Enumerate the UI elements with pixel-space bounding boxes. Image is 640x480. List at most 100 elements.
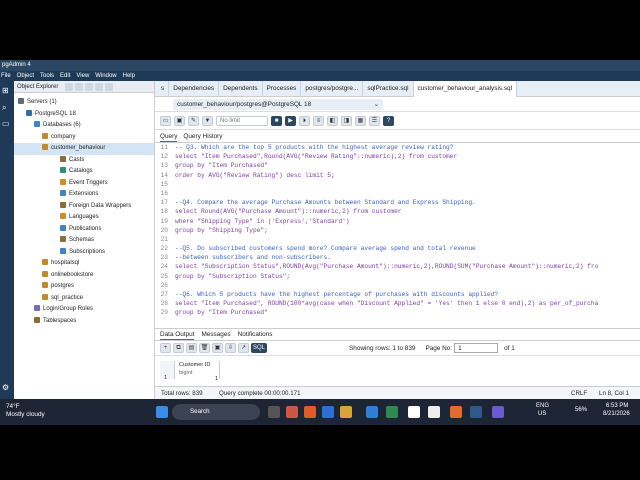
menu-file[interactable]: File: [1, 71, 11, 81]
region-label[interactable]: US: [538, 411, 546, 417]
weather-desc[interactable]: Mostly cloudy: [6, 411, 45, 418]
chrome-icon[interactable]: [428, 406, 440, 418]
tree-item[interactable]: Databases (6): [14, 120, 154, 132]
task-view-icon[interactable]: [268, 406, 280, 418]
editor-tab[interactable]: Processes: [263, 80, 302, 97]
column-header[interactable]: Customer ID bigint 1: [175, 361, 220, 382]
editor-tab[interactable]: sqlPractice.sql: [363, 80, 414, 97]
menu-object[interactable]: Object: [17, 71, 34, 81]
tree-item[interactable]: onlinebookstore: [14, 270, 154, 282]
tab-query-history[interactable]: Query History: [183, 130, 222, 142]
excel-icon[interactable]: [386, 406, 398, 418]
edge-browser-icon[interactable]: [322, 406, 334, 418]
sql-icon[interactable]: SQL: [251, 343, 267, 353]
gear-icon[interactable]: ⚙: [2, 383, 9, 392]
terminal-icon[interactable]: ▭: [2, 119, 10, 128]
tree-item[interactable]: Event Triggers: [14, 178, 154, 190]
windows-start-icon[interactable]: [156, 406, 168, 418]
save-icon[interactable]: ▣: [174, 115, 185, 126]
tree-item[interactable]: Servers (1): [14, 97, 154, 109]
tree-item[interactable]: Extensions: [14, 189, 154, 201]
tree-item[interactable]: Publications: [14, 224, 154, 236]
add-row-icon[interactable]: +: [160, 343, 171, 353]
filter-icon[interactable]: ▼: [202, 115, 213, 126]
page-number-input[interactable]: 1: [454, 343, 499, 353]
commit-icon[interactable]: ◧: [327, 115, 338, 126]
save-data-icon[interactable]: ▣: [212, 343, 223, 353]
copy-icon[interactable]: ⧉: [173, 343, 184, 353]
rollback-icon[interactable]: ◨: [341, 115, 352, 126]
battery-label[interactable]: 56%: [575, 407, 587, 413]
tree-item[interactable]: hospitalsql: [14, 258, 154, 270]
table-icon[interactable]: [85, 82, 94, 91]
grid-icon[interactable]: [75, 82, 84, 91]
tree-item[interactable]: Foreign Data Wrappers: [14, 201, 154, 213]
edit-icon[interactable]: ✎: [188, 115, 199, 126]
tree-item[interactable]: Schemas: [14, 235, 154, 247]
database-icon[interactable]: [65, 82, 74, 91]
postman-icon[interactable]: [450, 406, 462, 418]
brave-browser-icon[interactable]: [304, 406, 316, 418]
folder-icon[interactable]: ▭: [160, 115, 171, 126]
editor-tab[interactable]: s: [157, 80, 170, 97]
limit-select[interactable]: No limit: [216, 115, 268, 126]
terminal-icon[interactable]: [105, 82, 114, 91]
editor-tab[interactable]: customer_behaviour_analysis.sql: [413, 80, 518, 97]
tab-notifications[interactable]: Notifications: [238, 329, 273, 340]
stop-icon[interactable]: ■: [271, 115, 282, 126]
tree-node-icon: [42, 259, 48, 266]
clock-time[interactable]: 6:53 PM: [606, 403, 628, 409]
menu-bar: File Object Tools Edit View Window Help: [0, 71, 640, 81]
taskbar-search[interactable]: Search: [172, 404, 260, 420]
line-number: 15: [160, 180, 168, 188]
tree-item[interactable]: Tablespaces: [14, 316, 154, 328]
tree-icon[interactable]: ⊞: [2, 86, 9, 95]
menu-edit[interactable]: Edit: [60, 71, 70, 81]
tree-item[interactable]: postgres: [14, 281, 154, 293]
tree-item[interactable]: Casts: [14, 155, 154, 167]
app-icon[interactable]: [286, 406, 298, 418]
tree-item[interactable]: Catalogs: [14, 166, 154, 178]
analyze-icon[interactable]: ≡: [313, 115, 324, 126]
row-selector[interactable]: 1: [160, 361, 175, 381]
menu-window[interactable]: Window: [95, 71, 116, 81]
clock-date[interactable]: 8/21/2026: [603, 411, 630, 417]
tab-messages[interactable]: Messages: [201, 329, 230, 340]
list-icon[interactable]: ☰: [369, 115, 380, 126]
graph-icon[interactable]: ↗: [238, 343, 249, 353]
connection-select[interactable]: customer_behaviour/postgres@PostgreSQL 1…: [173, 99, 383, 110]
tree-item[interactable]: PostgreSQL 18: [14, 109, 154, 121]
app-icon-2[interactable]: [492, 406, 504, 418]
search-icon[interactable]: ⌕: [2, 103, 6, 112]
delete-icon[interactable]: 🗑: [199, 343, 210, 353]
lang-label[interactable]: ENG: [536, 403, 549, 409]
menu-view[interactable]: View: [76, 71, 89, 81]
editor-tab[interactable]: Dependencies: [169, 80, 220, 97]
explain-icon[interactable]: ⏵: [299, 115, 310, 126]
filter-icon[interactable]: [95, 82, 104, 91]
tree-item[interactable]: sql_practice: [14, 293, 154, 305]
tree-item[interactable]: Login/Group Roles: [14, 304, 154, 316]
tree-item[interactable]: Languages: [14, 212, 154, 224]
menu-tools[interactable]: Tools: [40, 71, 54, 81]
chatgpt-icon[interactable]: [408, 406, 420, 418]
tree-item[interactable]: company: [14, 132, 154, 144]
vscode-icon[interactable]: [366, 406, 378, 418]
help-icon[interactable]: ?: [383, 115, 394, 126]
play-icon[interactable]: ▶: [285, 115, 296, 126]
weather-temp[interactable]: 74°F: [6, 403, 20, 410]
sql-editor[interactable]: 11 -- Q3. Which are the top 5 products wi…: [155, 143, 640, 328]
tab-data-output[interactable]: Data Output: [160, 329, 195, 340]
tree-item[interactable]: customer_behaviour: [14, 143, 154, 155]
editor-tab[interactable]: Dependents: [219, 80, 263, 97]
download-icon[interactable]: ⇩: [225, 343, 236, 353]
menu-help[interactable]: Help: [123, 71, 135, 81]
file-explorer-icon[interactable]: [340, 406, 352, 418]
macro-icon[interactable]: ▦: [355, 115, 366, 126]
editor-tab[interactable]: postgres/postgre...: [301, 80, 364, 97]
pgadmin-icon[interactable]: [470, 406, 482, 418]
tree-item[interactable]: Subscriptions: [14, 247, 154, 259]
paste-icon[interactable]: ▤: [186, 343, 197, 353]
tab-query[interactable]: Query: [160, 130, 178, 142]
code-text: group by "Shipping Type";: [175, 226, 268, 234]
